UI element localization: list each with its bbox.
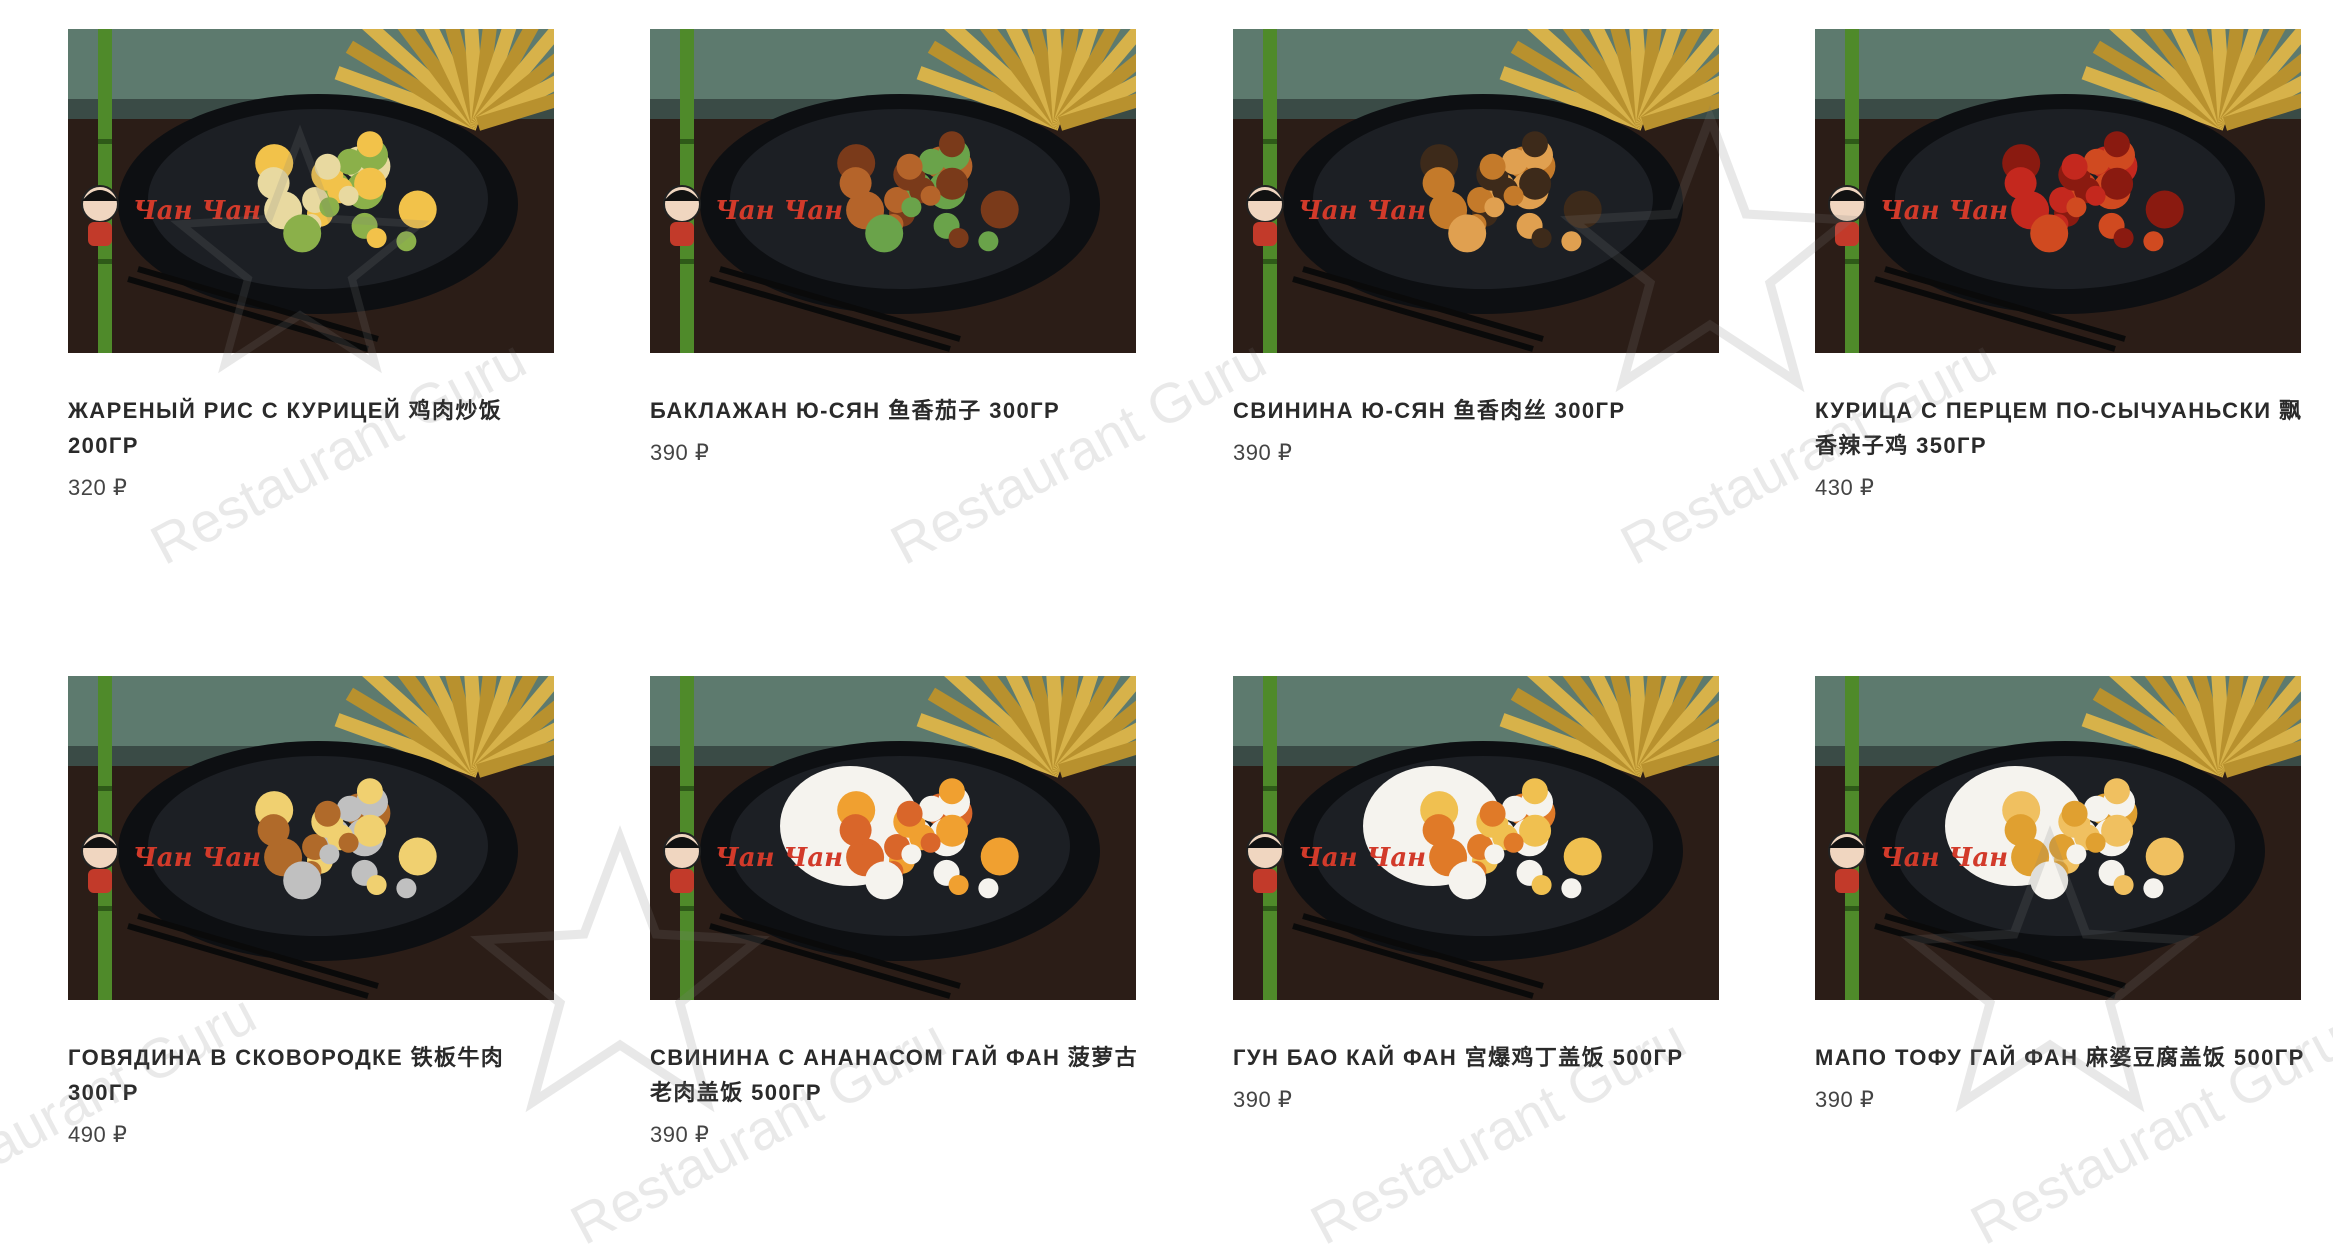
dish-photo[interactable]: Чан Чан (68, 676, 554, 1000)
dish-photo-art: Чан Чан (68, 676, 554, 1000)
dish-title[interactable]: ЖАРЕНЫЙ РИС С КУРИЦЕЙ 鸡肉炒饭 200ГР (68, 393, 568, 463)
dish-title[interactable]: ГУН БАО КАЙ ФАН 宫爆鸡丁盖饭 500ГР (1233, 1040, 1733, 1075)
dish-photo[interactable]: Чан Чан (1233, 29, 1719, 353)
svg-text:Чан Чан: Чан Чан (1298, 196, 1426, 226)
svg-text:Чан Чан: Чан Чан (1880, 196, 2008, 226)
menu-card[interactable]: Чан Чан КУРИЦА С ПЕРЦЕМ ПО-СЫЧУАНЬСКИ 飘香… (1815, 29, 2301, 501)
dish-photo-art: Чан Чан (1815, 676, 2301, 1000)
dish-price: 390 ₽ (1233, 1087, 1293, 1112)
dish-photo-art: Чан Чан (68, 29, 554, 353)
dish-title[interactable]: ГОВЯДИНА В СКОВОРОДКЕ 铁板牛肉 300ГР (68, 1040, 568, 1110)
dish-photo-art: Чан Чан (650, 676, 1136, 1000)
dish-photo[interactable]: Чан Чан (650, 29, 1136, 353)
menu-card[interactable]: Чан Чан МАПО ТОФУ ГАЙ ФАН 麻婆豆腐盖饭 500ГР 3… (1815, 676, 2303, 1113)
dish-price: 320 ₽ (68, 475, 128, 500)
svg-text:Чан Чан: Чан Чан (715, 196, 843, 226)
svg-text:Чан Чан: Чан Чан (133, 843, 261, 873)
dish-title[interactable]: СВИНИНА Ю-СЯН 鱼香肉丝 300ГР (1233, 393, 1733, 428)
menu-card[interactable]: Чан Чан БАКЛАЖАН Ю-СЯН 鱼香茄子 300ГР 390 ₽ (650, 29, 1136, 466)
menu-card[interactable]: Чан Чан ГОВЯДИНА В СКОВОРОДКЕ 铁板牛肉 300ГР… (68, 676, 554, 1148)
dish-photo[interactable]: Чан Чан (1815, 29, 2301, 353)
dish-title[interactable]: МАПО ТОФУ ГАЙ ФАН 麻婆豆腐盖饭 500ГР (1815, 1040, 2315, 1075)
menu-grid: Чан Чан ЖАРЕНЫЙ РИС С КУРИЦЕЙ 鸡肉炒饭 200ГР… (0, 0, 2333, 1185)
dish-price: 490 ₽ (68, 1122, 128, 1147)
dish-photo[interactable]: Чан Чан (1815, 676, 2301, 1000)
dish-photo-art: Чан Чан (1815, 29, 2301, 353)
svg-text:Чан Чан: Чан Чан (1880, 843, 2008, 873)
svg-text:Чан Чан: Чан Чан (133, 196, 261, 226)
dish-price: 390 ₽ (650, 440, 710, 465)
menu-card[interactable]: Чан Чан ЖАРЕНЫЙ РИС С КУРИЦЕЙ 鸡肉炒饭 200ГР… (68, 29, 554, 501)
dish-price: 430 ₽ (1815, 475, 1875, 500)
dish-photo-art: Чан Чан (650, 29, 1136, 353)
dish-photo-art: Чан Чан (1233, 29, 1719, 353)
dish-photo[interactable]: Чан Чан (68, 29, 554, 353)
menu-card[interactable]: Чан Чан СВИНИНА С АНАНАСОМ ГАЙ ФАН 菠萝古老肉… (650, 676, 1137, 1148)
svg-text:Чан Чан: Чан Чан (1298, 843, 1426, 873)
dish-title[interactable]: СВИНИНА С АНАНАСОМ ГАЙ ФАН 菠萝古老肉盖饭 500ГР (650, 1040, 1150, 1110)
dish-title[interactable]: КУРИЦА С ПЕРЦЕМ ПО-СЫЧУАНЬСКИ 飘香辣子鸡 350Г… (1815, 393, 2315, 463)
menu-card[interactable]: Чан Чан СВИНИНА Ю-СЯН 鱼香肉丝 300ГР 390 ₽ (1233, 29, 1719, 466)
dish-price: 390 ₽ (1233, 440, 1293, 465)
dish-title[interactable]: БАКЛАЖАН Ю-СЯН 鱼香茄子 300ГР (650, 393, 1150, 428)
dish-photo[interactable]: Чан Чан (650, 676, 1136, 1000)
dish-price: 390 ₽ (1815, 1087, 1875, 1112)
dish-price: 390 ₽ (650, 1122, 710, 1147)
svg-text:Чан Чан: Чан Чан (715, 843, 843, 873)
dish-photo-art: Чан Чан (1233, 676, 1719, 1000)
dish-photo[interactable]: Чан Чан (1233, 676, 1719, 1000)
menu-card[interactable]: Чан Чан ГУН БАО КАЙ ФАН 宫爆鸡丁盖饭 500ГР 390… (1233, 676, 1719, 1113)
